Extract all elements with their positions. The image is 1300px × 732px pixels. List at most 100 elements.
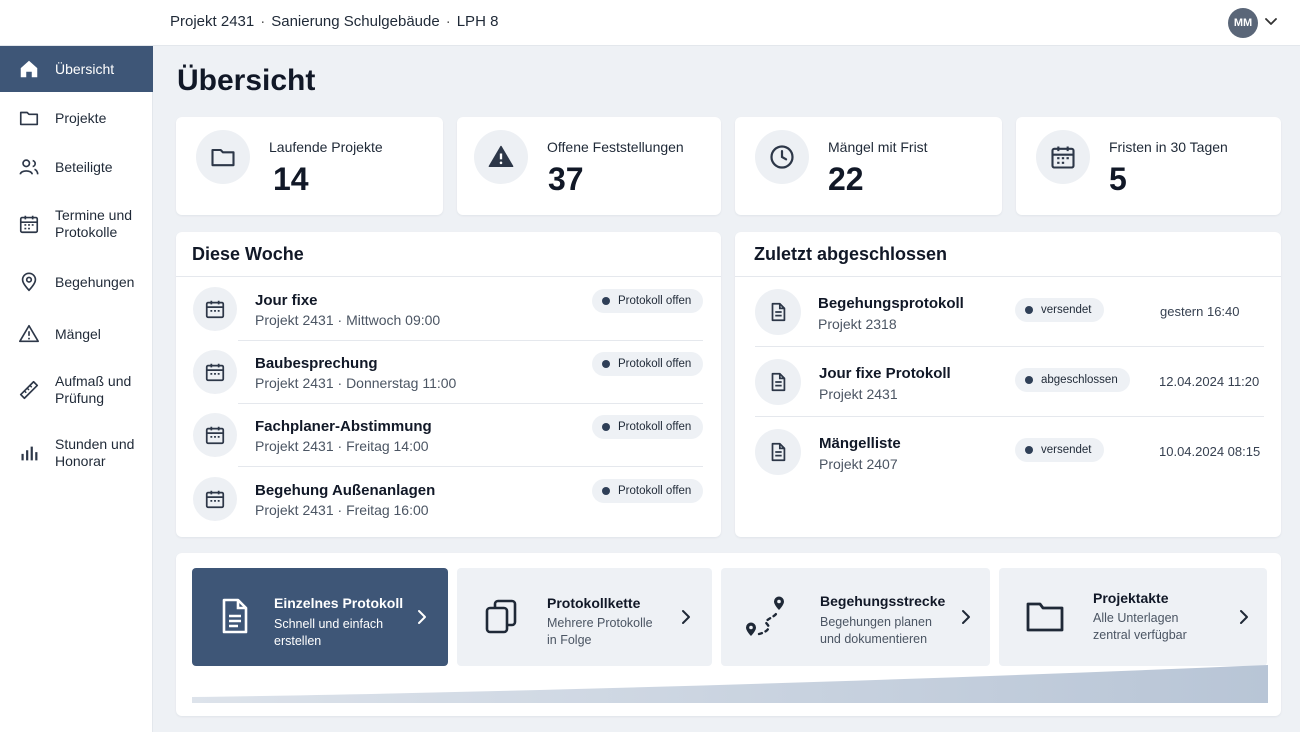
sidebar-item-uebersicht[interactable]: Übersicht [0,46,153,92]
action-title: Protokollkette [547,595,641,611]
breadcrumb-project[interactable]: Projekt 2431 [170,13,254,30]
section-title: Zuletzt abgeschlossen [754,244,948,264]
stat-card-maengel-mit-frist[interactable]: Mängel mit Frist 22 [735,117,1002,215]
calendar-icon [205,426,225,445]
sidebar-item-begehungen[interactable]: Begehungen [0,260,153,304]
item-subtitle: Projekt 2407 [819,456,898,472]
document-icon [771,442,786,462]
list-item[interactable]: Jour fixe Projekt 2431 · Mittwoch 09:00 … [176,278,721,341]
item-subtitle: Projekt 2431 · Mittwoch 09:00 [255,312,441,328]
stat-label: Fristen in 30 Tagen [1109,139,1228,155]
item-title: Fachplaner-Abstimmung [255,418,432,435]
calendar-icon [205,490,225,509]
sidebar-item-aufmass[interactable]: Aufmaß und Prüfung [0,367,153,413]
breadcrumb-separator: · [260,13,266,30]
sidebar-item-projekte[interactable]: Projekte [0,96,153,140]
map-pin-icon [21,272,37,292]
action-subtitle: Mehrere Protokolle in Folge [547,616,653,647]
stat-card-laufende-projekte[interactable]: Laufende Projekte 14 [176,117,443,215]
chevron-right-icon [418,610,426,624]
stat-card-fristen[interactable]: Fristen in 30 Tagen 5 [1016,117,1281,215]
action-title: Projektakte [1093,590,1169,606]
bar-chart-icon [21,446,38,461]
actions-panel: Einzelnes Protokoll Schnell und einfach e… [176,553,1281,716]
list-item[interactable]: Fachplaner-Abstimmung Projekt 2431 · Fre… [176,404,721,467]
chevron-right-icon [682,610,690,624]
status-badge: Protokoll offen [592,415,704,439]
page-title: Übersicht [177,64,316,97]
stat-value: 37 [548,161,584,197]
breadcrumb: Projekt 2431 · Sanierung Schulgebäude · … [170,13,498,30]
action-subtitle: Schnell und einfach erstellen [274,617,384,648]
item-date: gestern 16:40 [1160,304,1240,319]
this-week-panel: Diese Woche Jour fixe Projekt 2431 · Mit… [176,232,721,537]
item-subtitle: Projekt 2318 [818,316,897,332]
status-badge: Protokoll offen [592,289,704,313]
sidebar-item-maengel[interactable]: Mängel [0,312,153,356]
top-bar: Projekt 2431 · Sanierung Schulgebäude · … [0,0,1300,46]
stat-value: 5 [1109,161,1127,197]
item-subtitle: Projekt 2431 · Donnerstag 11:00 [255,375,457,391]
list-item[interactable]: Begehungsprotokoll Projekt 2318 versende… [735,277,1281,347]
chevron-down-icon[interactable] [1264,14,1278,28]
folder-icon [211,148,235,167]
item-title: Begehungsprotokoll [818,295,964,312]
calendar-icon [205,363,225,382]
action-subtitle: Alle Unterlagen zentral verfügbar [1093,611,1187,642]
list-item[interactable]: Jour fixe Protokoll Projekt 2431 abgesch… [735,347,1281,417]
sidebar: Übersicht Projekte Beteiligte Termine un… [0,46,153,732]
stat-value: 14 [273,161,309,197]
sidebar-item-beteiligte[interactable]: Beteiligte [0,145,153,189]
item-title: Mängelliste [819,435,901,452]
protocol-chain-button[interactable]: Protokollkette Mehrere Protokolle in Folg… [457,568,712,666]
calendar-icon [19,215,39,234]
breadcrumb-separator: · [445,13,451,30]
stat-card-offene-feststellungen[interactable]: Offene Feststellungen 37 [457,117,721,215]
calendar-icon [205,300,225,319]
list-item[interactable]: Mängelliste Projekt 2407 versendet 10.04… [735,417,1281,487]
sidebar-item-stunden[interactable]: Stunden und Honorar [0,430,153,476]
status-badge: abgeschlossen [1015,368,1130,392]
folder-icon [1026,602,1064,632]
list-item[interactable]: Begehung Außenanlagen Projekt 2431 · Fre… [176,468,721,531]
item-title: Begehung Außenanlagen [255,482,436,499]
chevron-right-icon [962,610,970,624]
document-icon [771,302,786,322]
chevron-right-icon [1240,610,1248,624]
sidebar-item-label: Übersicht [55,60,115,77]
warning-icon [19,324,39,343]
sidebar-item-label: Termine und Protokolle [55,207,133,240]
inspection-route-button[interactable]: Begehungsstrecke Begehungen planen und do… [721,568,990,666]
item-date: 10.04.2024 08:15 [1159,444,1261,459]
avatar[interactable]: MM [1228,8,1258,38]
warning-icon [488,145,514,168]
action-subtitle: Begehungen planen und dokumentieren [820,615,932,646]
action-title: Begehungsstrecke [820,593,946,609]
item-date: 12.04.2024 11:20 [1159,374,1260,389]
item-title: Baubesprechung [255,355,378,372]
divider [238,466,703,467]
stat-label: Mängel mit Frist [828,139,928,155]
single-protocol-button[interactable]: Einzelnes Protokoll Schnell und einfach e… [192,568,448,666]
sidebar-item-label: Begehungen [55,273,135,290]
clock-icon [770,145,794,169]
breadcrumb-phase[interactable]: LPH 8 [457,13,499,30]
status-badge: Protokoll offen [592,352,704,376]
folder-icon [19,111,39,126]
action-title: Einzelnes Protokoll [274,595,404,611]
route-icon [746,596,784,636]
breadcrumb-building[interactable]: Sanierung Schulgebäude [271,13,439,30]
sidebar-item-label: Projekte [55,109,107,126]
list-item[interactable]: Baubesprechung Projekt 2431 · Donnerstag… [176,341,721,404]
sidebar-item-label: Aufmaß und Prüfung [55,373,132,406]
decorative-wave [192,665,1268,703]
project-file-button[interactable]: Projektakte Alle Unterlagen zentral verfü… [999,568,1267,666]
item-subtitle: Projekt 2431 [819,386,898,402]
item-title: Jour fixe [255,292,318,309]
stat-label: Laufende Projekte [269,139,383,155]
sidebar-item-termine[interactable]: Termine und Protokolle [0,201,153,247]
status-badge: versendet [1015,438,1104,462]
status-badge: versendet [1015,298,1104,322]
users-icon [19,159,39,175]
ruler-icon [19,380,39,400]
